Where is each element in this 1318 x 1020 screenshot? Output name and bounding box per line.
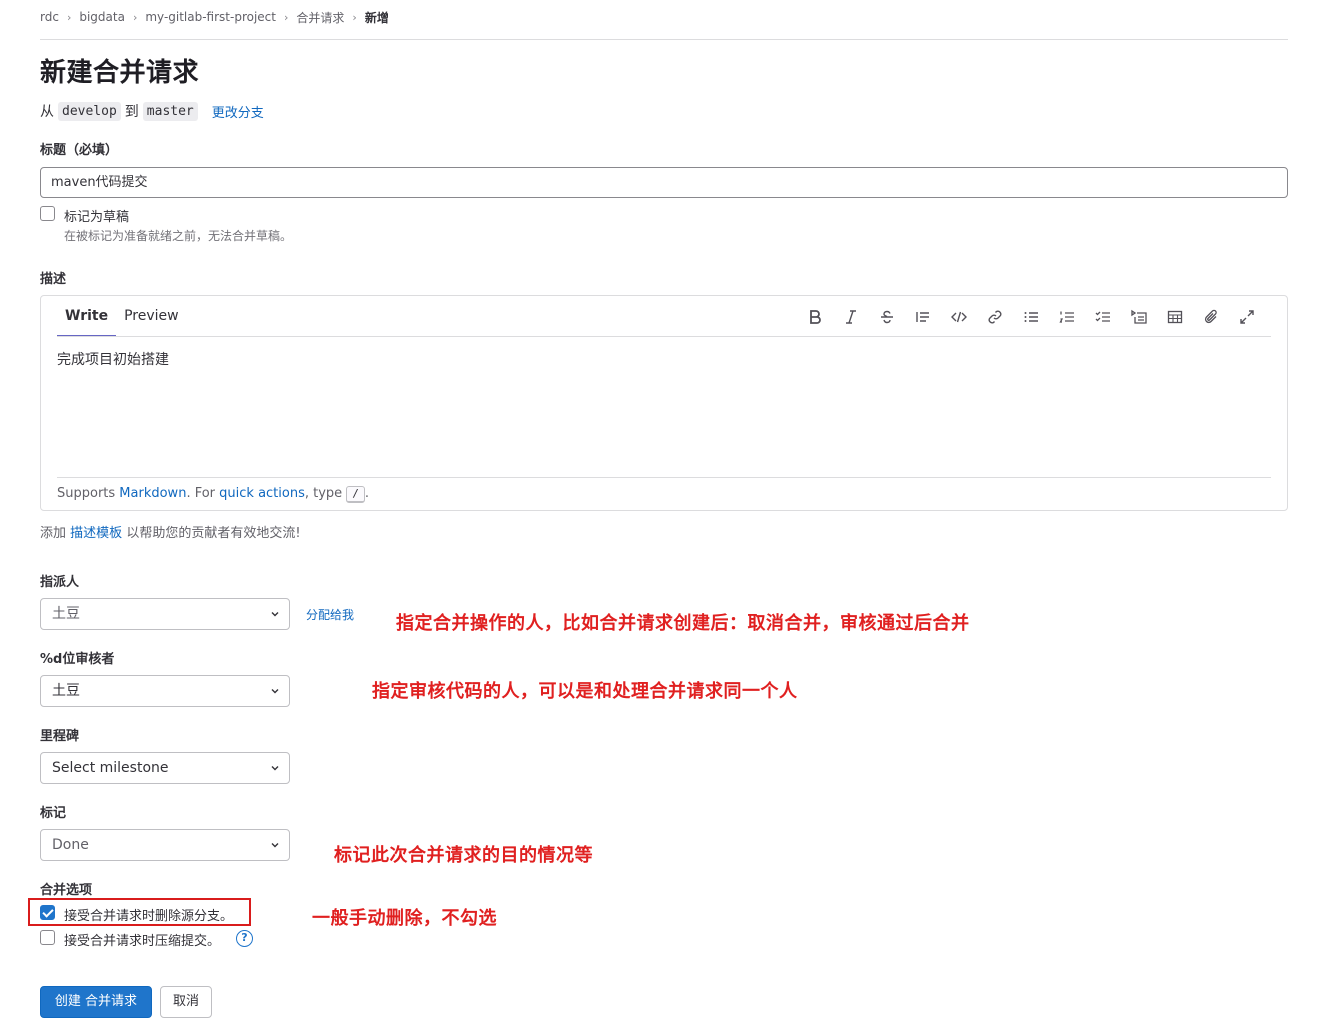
milestone-dropdown[interactable]: Select milestone [40,752,290,784]
quick-actions-link[interactable]: quick actions [219,486,305,501]
delete-source-branch-label: 接受合并请求时删除源分支。 [64,909,234,924]
template-hint: 添加 描述模板 以帮助您的贡献者有效地交流! [40,522,301,541]
tab-write[interactable]: Write [57,296,117,337]
delete-source-branch-checkbox[interactable] [40,905,55,920]
labels-value: Done [52,837,89,853]
editor-tabs: Write Preview [57,296,187,337]
draft-checkbox[interactable] [40,206,55,221]
breadcrumb-item-merge-requests[interactable]: 合并请求 [296,9,344,26]
footer-type-text: , type [304,486,347,501]
strikethrough-icon[interactable] [869,306,905,328]
annotation-labels: 标记此次合并请求的目的情况等 [334,845,593,866]
branch-info: 从 develop 到 master 更改分支 [40,100,264,122]
quote-icon[interactable] [905,306,941,328]
footer-supports-text: Supports [57,486,120,501]
attach-file-icon[interactable] [1193,306,1229,328]
bullet-list-icon[interactable] [1013,306,1049,328]
draft-label: 标记为草稿 [64,210,130,225]
footer-for-text: . For [186,486,220,501]
annotation-delete-branch: 一般手动删除，不勾选 [312,908,497,929]
reviewer-label: %d位审核者 [40,652,115,667]
editor-footer: Supports Markdown. For quick actions, ty… [57,486,369,503]
draft-help-text: 在被标记为准备就绪之前，无法合并草稿。 [64,229,293,243]
labels-dropdown[interactable]: Done [40,829,290,861]
milestone-label: 里程碑 [40,729,80,744]
title-input[interactable]: maven代码提交 [40,167,1288,198]
fullscreen-icon[interactable] [1229,306,1265,328]
collapsible-section-icon[interactable] [1121,306,1157,328]
tab-preview[interactable]: Preview [116,296,187,337]
assign-to-me-link[interactable]: 分配给我 [306,606,354,623]
chevron-down-icon [271,612,279,617]
breadcrumb-item-bigdata[interactable]: bigdata [79,10,125,24]
create-merge-request-button[interactable]: 创建 合并请求 [40,986,152,1018]
source-branch: develop [58,101,121,121]
from-text: 从 [40,104,54,120]
assignee-label: 指派人 [40,575,80,590]
reviewer-dropdown[interactable]: 土豆 [40,675,290,707]
chevron-down-icon [271,843,279,848]
annotation-assignee: 指定合并操作的人，比如合并请求创建后：取消合并，审核通过后合并 [396,613,970,634]
page-title: 新建合并请求 [40,58,200,88]
chevron-down-icon [271,689,279,694]
target-branch: master [142,101,198,121]
description-template-link[interactable]: 描述模板 [70,526,122,541]
description-editor: Write Preview 完成项目初始搭建 Supports Markdown… [40,295,1288,511]
chevron-down-icon [271,766,279,771]
breadcrumb-item-rdc[interactable]: rdc [40,10,59,24]
slash-key: / [346,486,365,503]
chevron-right-icon: › [132,10,138,24]
editor-divider [57,336,1271,337]
italic-icon[interactable] [833,306,869,328]
code-icon[interactable] [941,306,977,328]
header-divider [40,39,1288,40]
chevron-right-icon: › [66,10,72,24]
bold-icon[interactable] [797,306,833,328]
merge-options-label: 合并选项 [40,883,93,898]
reviewer-value: 土豆 [52,683,80,699]
table-icon[interactable] [1157,306,1193,328]
numbered-list-icon[interactable] [1049,306,1085,328]
markdown-toolbar [797,306,1265,328]
question-circle-icon[interactable]: ? [236,930,253,947]
footer-end-text: . [364,486,370,501]
chevron-right-icon: › [352,10,357,24]
assignee-dropdown[interactable]: 土豆 [40,598,290,630]
editor-footer-divider [57,477,1271,478]
breadcrumb-item-new: 新增 [364,10,389,25]
cancel-button[interactable]: 取消 [160,986,212,1018]
annotation-reviewer: 指定审核代码的人，可以是和处理合并请求同一个人 [372,681,798,702]
chevron-right-icon: › [284,10,289,24]
template-prefix: 添加 [40,526,67,541]
breadcrumb: rdc › bigdata › my-gitlab-first-project … [40,8,389,26]
squash-commits-label: 接受合并请求时压缩提交。 [64,934,221,949]
template-suffix: 以帮助您的贡献者有效地交流! [126,526,301,541]
assignee-value: 土豆 [52,606,80,622]
milestone-value: Select milestone [52,760,169,776]
description-textarea[interactable]: 完成项目初始搭建 [57,349,169,369]
description-label: 描述 [40,272,67,287]
title-label: 标题（必填） [40,143,119,158]
labels-label: 标记 [40,806,67,821]
change-branches-link[interactable]: 更改分支 [212,102,264,121]
to-text: 到 [124,104,139,120]
squash-commits-checkbox[interactable] [40,930,55,945]
task-list-icon[interactable] [1085,306,1121,328]
link-icon[interactable] [977,306,1013,328]
breadcrumb-item-project[interactable]: my-gitlab-first-project [145,10,276,24]
markdown-link[interactable]: Markdown [119,486,186,501]
